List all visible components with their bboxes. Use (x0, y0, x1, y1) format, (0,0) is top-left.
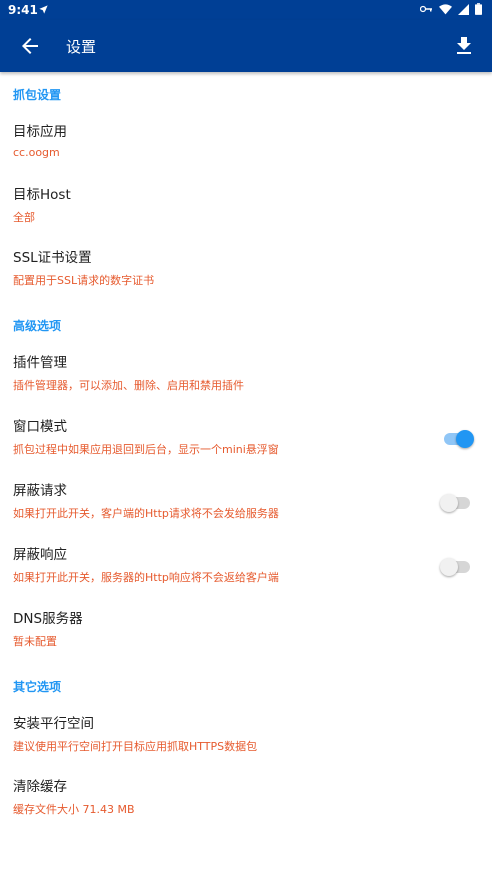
pref-title: 目标Host (13, 187, 71, 203)
pref-summary: 缓存文件大小 71.43 MB (13, 803, 135, 816)
pref-window-mode[interactable]: 窗口模式 抓包过程中如果应用退回到后台，显示一个mini悬浮窗 (0, 409, 492, 473)
pref-summary: 建议使用平行空间打开目标应用抓取HTTPS数据包 (13, 740, 258, 753)
pref-summary: 暂未配置 (13, 635, 57, 648)
pref-title: 屏蔽请求 (13, 483, 67, 499)
window-mode-switch[interactable] (444, 430, 474, 448)
pref-summary: 如果打开此开关，客户端的Http请求将不会发给服务器 (13, 507, 279, 520)
pref-parallel-space[interactable]: 安装平行空间 建议使用平行空间打开目标应用抓取HTTPS数据包 (0, 706, 492, 769)
section-header-capture: 抓包设置 (13, 88, 62, 102)
pref-block-request[interactable]: 屏蔽请求 如果打开此开关，客户端的Http请求将不会发给服务器 (0, 473, 492, 537)
pref-target-host[interactable]: 目标Host 全部 (0, 177, 492, 240)
back-arrow-icon[interactable] (18, 34, 42, 58)
pref-summary: cc.oogm (13, 146, 60, 159)
pref-summary: 插件管理器，可以添加、删除、启用和禁用插件 (13, 379, 244, 392)
pref-title: DNS服务器 (13, 611, 83, 627)
wifi-icon (439, 3, 452, 15)
pref-title: 清除缓存 (13, 779, 67, 795)
pref-summary: 如果打开此开关，服务器的Http响应将不会返给客户端 (13, 571, 279, 584)
switch-thumb (440, 558, 458, 576)
pref-plugins[interactable]: 插件管理 插件管理器，可以添加、删除、启用和禁用插件 (0, 345, 492, 409)
pref-dns-server[interactable]: DNS服务器 暂未配置 (0, 601, 492, 664)
app-bar: 设置 (0, 20, 492, 72)
pref-title: 安装平行空间 (13, 716, 94, 732)
settings-list: 抓包设置 目标应用 cc.oogm 目标Host 全部 SSL证书设置 配置用于… (0, 72, 492, 832)
section-header-other: 其它选项 (13, 680, 62, 694)
pref-summary: 全部 (13, 211, 35, 224)
pref-title: 屏蔽响应 (13, 547, 67, 563)
pref-title: 插件管理 (13, 355, 67, 371)
pref-title: 窗口模式 (13, 419, 67, 435)
cell-signal-icon (458, 3, 469, 15)
section-header-advanced: 高级选项 (13, 319, 62, 333)
pref-block-response[interactable]: 屏蔽响应 如果打开此开关，服务器的Http响应将不会返给客户端 (0, 537, 492, 601)
pref-target-app[interactable]: 目标应用 cc.oogm (0, 114, 492, 177)
page-title: 设置 (66, 38, 97, 56)
pref-clear-cache[interactable]: 清除缓存 缓存文件大小 71.43 MB (0, 769, 492, 832)
pref-ssl-cert[interactable]: SSL证书设置 配置用于SSL请求的数字证书 (0, 240, 492, 303)
pref-summary: 抓包过程中如果应用退回到后台，显示一个mini悬浮窗 (13, 443, 279, 456)
switch-thumb (440, 494, 458, 512)
pref-title: 目标应用 (13, 124, 67, 140)
pref-title: SSL证书设置 (13, 250, 92, 266)
block-request-switch[interactable] (440, 494, 470, 512)
block-response-switch[interactable] (440, 558, 470, 576)
battery-icon (475, 3, 482, 15)
vpn-key-icon (420, 4, 433, 14)
download-icon[interactable] (452, 34, 476, 58)
pref-summary: 配置用于SSL请求的数字证书 (13, 274, 155, 287)
status-bar: 9:41 (0, 0, 492, 20)
status-icons (420, 3, 482, 15)
location-arrow-icon (38, 4, 49, 15)
status-time: 9:41 (8, 3, 38, 17)
switch-thumb (456, 430, 474, 448)
